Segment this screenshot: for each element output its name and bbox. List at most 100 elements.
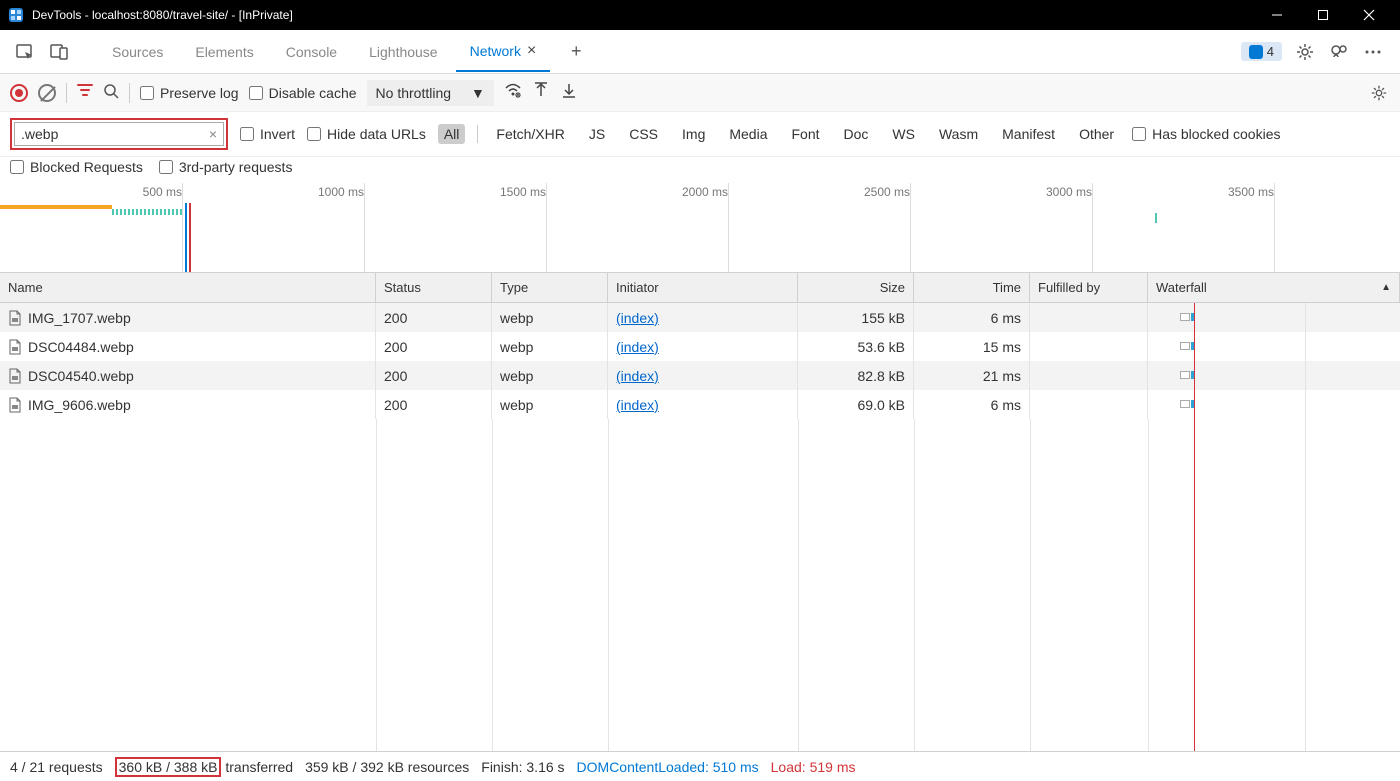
cell-size: 155 kB: [861, 310, 905, 326]
table-row[interactable]: IMG_9606.webp200webp(index)69.0 kB6 ms: [0, 390, 1400, 419]
cell-name: DSC04484.webp: [28, 339, 134, 355]
type-filter-wasm[interactable]: Wasm: [933, 124, 984, 144]
window-minimize-button[interactable]: [1254, 0, 1300, 30]
tab-elements[interactable]: Elements: [181, 34, 267, 70]
type-filter-manifest[interactable]: Manifest: [996, 124, 1061, 144]
invert-label: Invert: [260, 126, 295, 142]
network-toolbar: Preserve log Disable cache No throttling…: [0, 74, 1400, 112]
filter-text-value: .webp: [21, 126, 58, 142]
import-har-icon[interactable]: [532, 81, 550, 104]
hide-data-urls-label: Hide data URLs: [327, 126, 426, 142]
type-filter-css[interactable]: CSS: [623, 124, 664, 144]
type-filter-font[interactable]: Font: [786, 124, 826, 144]
tab-sources[interactable]: Sources: [98, 34, 177, 70]
requests-table-body: IMG_1707.webp200webp(index)155 kB6 msDSC…: [0, 303, 1400, 419]
tab-console[interactable]: Console: [272, 34, 351, 70]
file-icon: [8, 397, 22, 413]
search-icon[interactable]: [103, 83, 119, 103]
export-har-icon[interactable]: [560, 81, 578, 104]
filter-icon[interactable]: [77, 82, 93, 103]
blocked-cookies-label: Has blocked cookies: [1152, 126, 1280, 142]
table-row[interactable]: IMG_1707.webp200webp(index)155 kB6 ms: [0, 303, 1400, 332]
inspect-element-button[interactable]: [10, 37, 40, 67]
window-close-button[interactable]: [1346, 0, 1392, 30]
filter-text-input[interactable]: .webp ×: [14, 122, 224, 146]
feedback-icon[interactable]: [1328, 41, 1350, 63]
timeline-marker: [1155, 213, 1157, 223]
filter-bar-row2: Blocked Requests 3rd-party requests: [0, 157, 1400, 183]
cell-initiator[interactable]: (index): [616, 368, 659, 384]
status-resources: 359 kB / 392 kB resources: [305, 759, 469, 775]
col-header-waterfall[interactable]: Waterfall ▲: [1148, 273, 1400, 302]
table-row[interactable]: DSC04484.webp200webp(index)53.6 kB15 ms: [0, 332, 1400, 361]
tick-label: 3500 ms: [1228, 185, 1274, 199]
cell-waterfall: [1148, 361, 1400, 390]
third-party-checkbox[interactable]: 3rd-party requests: [159, 159, 293, 175]
status-requests: 4 / 21 requests: [10, 759, 103, 775]
type-filter-media[interactable]: Media: [723, 124, 773, 144]
col-header-time[interactable]: Time: [914, 273, 1030, 302]
blocked-requests-checkbox[interactable]: Blocked Requests: [10, 159, 143, 175]
cell-name: DSC04540.webp: [28, 368, 134, 384]
tick-label: 2000 ms: [682, 185, 728, 199]
preserve-log-checkbox[interactable]: Preserve log: [140, 85, 239, 101]
network-conditions-icon[interactable]: [504, 81, 522, 104]
blocked-requests-label: Blocked Requests: [30, 159, 143, 175]
cell-time: 6 ms: [991, 310, 1021, 326]
cell-waterfall: [1148, 303, 1400, 332]
cell-type: webp: [500, 339, 533, 355]
clear-button[interactable]: [38, 84, 56, 102]
issues-icon: [1249, 45, 1263, 59]
cell-name: IMG_9606.webp: [28, 397, 131, 413]
cell-initiator[interactable]: (index): [616, 339, 659, 355]
issues-badge[interactable]: 4: [1241, 42, 1282, 61]
status-domcontentloaded: DOMContentLoaded: 510 ms: [577, 759, 759, 775]
clear-filter-icon[interactable]: ×: [209, 126, 217, 142]
tab-lighthouse[interactable]: Lighthouse: [355, 34, 452, 70]
window-titlebar: DevTools - localhost:8080/travel-site/ -…: [0, 0, 1400, 30]
col-header-size[interactable]: Size: [798, 273, 914, 302]
type-filter-fetchxhr[interactable]: Fetch/XHR: [490, 124, 570, 144]
type-filter-js[interactable]: JS: [583, 124, 611, 144]
cell-initiator[interactable]: (index): [616, 310, 659, 326]
window-maximize-button[interactable]: [1300, 0, 1346, 30]
disable-cache-checkbox[interactable]: Disable cache: [249, 85, 357, 101]
invert-checkbox[interactable]: Invert: [240, 126, 295, 142]
load-line: [189, 203, 191, 272]
hide-data-urls-checkbox[interactable]: Hide data URLs: [307, 126, 426, 142]
type-filter-img[interactable]: Img: [676, 124, 711, 144]
settings-icon[interactable]: [1294, 41, 1316, 63]
throttling-select[interactable]: No throttling ▼: [367, 80, 494, 106]
cell-initiator[interactable]: (index): [616, 397, 659, 413]
record-button[interactable]: [10, 84, 28, 102]
third-party-label: 3rd-party requests: [179, 159, 293, 175]
status-transferred-highlight: 360 kB / 388 kB: [115, 757, 222, 777]
sort-indicator-icon: ▲: [1381, 282, 1391, 293]
network-settings-icon[interactable]: [1368, 82, 1390, 104]
col-header-initiator[interactable]: Initiator: [608, 273, 798, 302]
tick-label: 3000 ms: [1046, 185, 1092, 199]
type-filter-ws[interactable]: WS: [886, 124, 921, 144]
col-header-fulfilled[interactable]: Fulfilled by: [1030, 273, 1148, 302]
col-header-name[interactable]: Name: [0, 273, 376, 302]
col-header-type[interactable]: Type: [492, 273, 608, 302]
timeline-bar: [0, 205, 112, 209]
type-filter-all[interactable]: All: [438, 124, 466, 144]
cell-type: webp: [500, 397, 533, 413]
cell-name: IMG_1707.webp: [28, 310, 131, 326]
tab-network-label: Network: [470, 43, 521, 59]
add-tab-button[interactable]: +: [562, 38, 590, 66]
close-icon[interactable]: ×: [527, 42, 536, 60]
blocked-cookies-checkbox[interactable]: Has blocked cookies: [1132, 126, 1280, 142]
dom-content-loaded-line: [185, 203, 187, 272]
col-header-status[interactable]: Status: [376, 273, 492, 302]
type-filter-other[interactable]: Other: [1073, 124, 1120, 144]
cell-type: webp: [500, 368, 533, 384]
more-icon[interactable]: [1362, 41, 1384, 63]
type-filter-doc[interactable]: Doc: [838, 124, 875, 144]
tab-network[interactable]: Network ×: [456, 32, 551, 72]
status-load: Load: 519 ms: [771, 759, 856, 775]
device-toolbar-button[interactable]: [44, 37, 74, 67]
overview-timeline[interactable]: 500 ms 1000 ms 1500 ms 2000 ms 2500 ms 3…: [0, 183, 1400, 273]
table-row[interactable]: DSC04540.webp200webp(index)82.8 kB21 ms: [0, 361, 1400, 390]
